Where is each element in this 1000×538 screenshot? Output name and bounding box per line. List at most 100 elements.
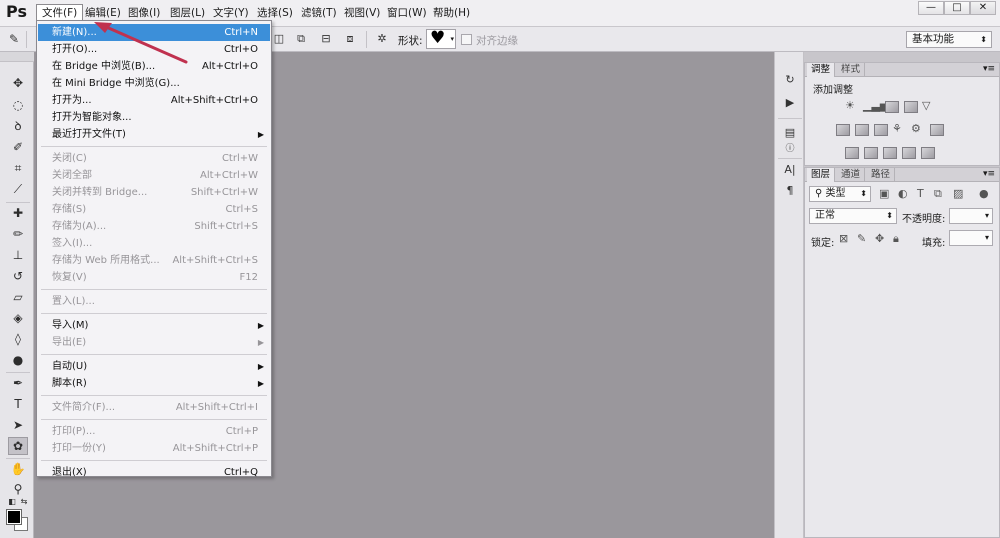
lock-transparent-icon[interactable]: ⊠ <box>839 232 848 245</box>
file-menu-item[interactable]: 打印一份(Y) Alt+Shift+Ctrl+P <box>38 440 270 457</box>
file-menu-item[interactable]: 在 Mini Bridge 中浏览(G)... <box>38 75 270 92</box>
file-menu-item[interactable]: 存储为 Web 所用格式... Alt+Shift+Ctrl+S <box>38 252 270 269</box>
pen-tool-icon[interactable]: ✒ <box>8 374 28 392</box>
close-button[interactable]: ✕ <box>970 1 996 15</box>
menu-view[interactable]: 视图(V) <box>339 4 385 22</box>
file-menu-item[interactable]: 关闭全部 Alt+Ctrl+W <box>38 167 270 184</box>
filter-shape-icon[interactable]: ⧉ <box>934 187 942 201</box>
file-menu-item[interactable]: 脚本(R) ▶ <box>38 375 270 392</box>
file-menu-item[interactable]: 打开为智能对象... <box>38 109 270 126</box>
file-menu-item[interactable]: 关闭(C) Ctrl+W <box>38 150 270 167</box>
menu-window[interactable]: 窗口(W) <box>382 4 432 22</box>
curves-icon[interactable] <box>885 101 899 113</box>
eyedropper-tool-icon[interactable]: ⟋ <box>8 180 28 198</box>
exposure-icon[interactable] <box>904 101 918 113</box>
menu-filter[interactable]: 滤镜(T) <box>296 4 342 22</box>
file-menu-item[interactable]: 恢复(V) F12 <box>38 269 270 286</box>
quick-select-tool-icon[interactable]: ✐ <box>8 138 28 156</box>
blend-mode-select[interactable]: 正常 ⬍ <box>809 208 897 224</box>
photo-filter-icon[interactable]: ⚘ <box>892 122 902 135</box>
custom-shape-tool-icon[interactable]: ✎ <box>6 32 22 46</box>
vibrance-icon[interactable]: ▽ <box>922 99 930 112</box>
invert-icon[interactable] <box>845 147 859 159</box>
lasso-tool-icon[interactable]: ꝺ <box>8 117 28 135</box>
filter-type-icon[interactable]: T <box>917 187 924 200</box>
maximize-button[interactable]: □ <box>944 1 970 15</box>
foreground-color-swatch[interactable] <box>6 509 22 525</box>
brightness-icon[interactable]: ☀ <box>845 99 855 112</box>
hand-tool-icon[interactable]: ✋ <box>8 460 28 478</box>
filter-adjustment-icon[interactable]: ◐ <box>898 187 908 200</box>
filter-smart-object-icon[interactable]: ▨ <box>953 187 963 200</box>
path-selection-tool-icon[interactable]: ➤ <box>8 416 28 434</box>
tab-adjustments[interactable]: 调整 <box>807 63 836 77</box>
file-menu-item[interactable]: 置入(L)... <box>38 293 270 310</box>
dodge-tool-icon[interactable]: ● <box>8 351 28 369</box>
paragraph-icon[interactable]: ¶ <box>781 183 799 199</box>
properties-icon[interactable]: ▤ <box>781 125 799 141</box>
lock-icon[interactable]: 🔒︎ <box>893 232 899 246</box>
threshold-icon[interactable] <box>883 147 897 159</box>
path-operations-icon[interactable]: ◫ <box>271 32 287 46</box>
path-alignment-icon[interactable]: ⊟ <box>318 32 334 46</box>
path-arrangement-icon[interactable]: ⧈ <box>342 32 358 46</box>
hue-saturation-icon[interactable] <box>836 124 850 136</box>
black-white-icon[interactable] <box>874 124 888 136</box>
history-brush-tool-icon[interactable]: ↺ <box>8 267 28 285</box>
file-menu-item[interactable]: 最近打开文件(T) ▶ <box>38 126 270 143</box>
workspace-select[interactable]: 基本功能 ⬍ <box>906 31 992 48</box>
lock-position-icon[interactable]: ✥ <box>875 232 884 245</box>
file-menu-item[interactable]: 存储(S) Ctrl+S <box>38 201 270 218</box>
tab-layers[interactable]: 图层 <box>807 168 836 182</box>
channel-mixer-icon[interactable]: ⚙ <box>911 122 921 135</box>
align-edges-checkbox[interactable] <box>461 34 472 45</box>
lock-pixels-icon[interactable]: ✎ <box>857 232 866 245</box>
gear-icon[interactable]: ✲ <box>374 32 390 46</box>
type-tool-icon[interactable]: T <box>8 395 28 413</box>
file-menu-item[interactable]: 打开为... Alt+Shift+Ctrl+O <box>38 92 270 109</box>
file-menu-item[interactable]: 导入(M) ▶ <box>38 317 270 334</box>
file-menu-item[interactable]: 关闭并转到 Bridge... Shift+Ctrl+W <box>38 184 270 201</box>
menu-help[interactable]: 帮助(H) <box>428 4 475 22</box>
brush-tool-icon[interactable]: ✏ <box>8 225 28 243</box>
tab-paths[interactable]: 路径 <box>867 168 896 182</box>
file-menu-item[interactable]: 导出(E) ▶ <box>38 334 270 351</box>
history-icon[interactable]: ↻ <box>781 72 799 88</box>
gradient-tool-icon[interactable]: ◈ <box>8 309 28 327</box>
panel-menu-icon[interactable]: ▾≡ <box>983 63 995 76</box>
color-lookup-icon[interactable] <box>930 124 944 136</box>
tab-channels[interactable]: 通道 <box>837 168 866 182</box>
custom-shape-tool-icon[interactable]: ✿ <box>8 437 28 455</box>
marquee-tool-icon[interactable]: ◌ <box>8 96 28 114</box>
shape-picker[interactable]: ♥ ▾ <box>426 28 456 49</box>
file-menu-item[interactable]: 新建(N)... Ctrl+N <box>38 24 270 41</box>
file-menu-item[interactable]: 打印(P)... Ctrl+P <box>38 423 270 440</box>
file-menu-item[interactable]: 签入(I)... <box>38 235 270 252</box>
blur-tool-icon[interactable]: ◊ <box>8 330 28 348</box>
filter-toggle-icon[interactable]: ● <box>979 187 989 200</box>
gradient-map-icon[interactable] <box>921 147 935 159</box>
panel-menu-icon[interactable]: ▾≡ <box>983 168 995 181</box>
color-balance-icon[interactable] <box>855 124 869 136</box>
panel-grip[interactable] <box>0 52 34 62</box>
fill-input[interactable]: ▾ <box>949 230 993 246</box>
file-menu-item[interactable]: 存储为(A)... Shift+Ctrl+S <box>38 218 270 235</box>
swap-colors-icon[interactable]: ⇆ <box>14 493 34 511</box>
selective-color-icon[interactable] <box>902 147 916 159</box>
actions-play-icon[interactable]: ▶ <box>781 95 799 111</box>
character-icon[interactable]: A| <box>781 162 799 178</box>
info-icon[interactable]: ⓘ <box>781 141 799 157</box>
opacity-input[interactable]: ▾ <box>949 208 993 224</box>
tab-styles[interactable]: 样式 <box>837 63 866 77</box>
file-menu-item[interactable]: 打开(O)... Ctrl+O <box>38 41 270 58</box>
spot-healing-tool-icon[interactable]: ✚ <box>8 204 28 222</box>
minimize-button[interactable]: — <box>918 1 944 15</box>
filter-pixel-icon[interactable]: ▣ <box>879 187 889 200</box>
clone-stamp-tool-icon[interactable]: ⊥ <box>8 246 28 264</box>
posterize-icon[interactable] <box>864 147 878 159</box>
crop-tool-icon[interactable]: ⌗ <box>8 159 28 177</box>
file-menu-item[interactable]: 退出(X) Ctrl+Q <box>38 464 270 481</box>
file-menu-item[interactable]: 自动(U) ▶ <box>38 358 270 375</box>
eraser-tool-icon[interactable]: ▱ <box>8 288 28 306</box>
move-tool-icon[interactable]: ✥ <box>8 74 28 92</box>
